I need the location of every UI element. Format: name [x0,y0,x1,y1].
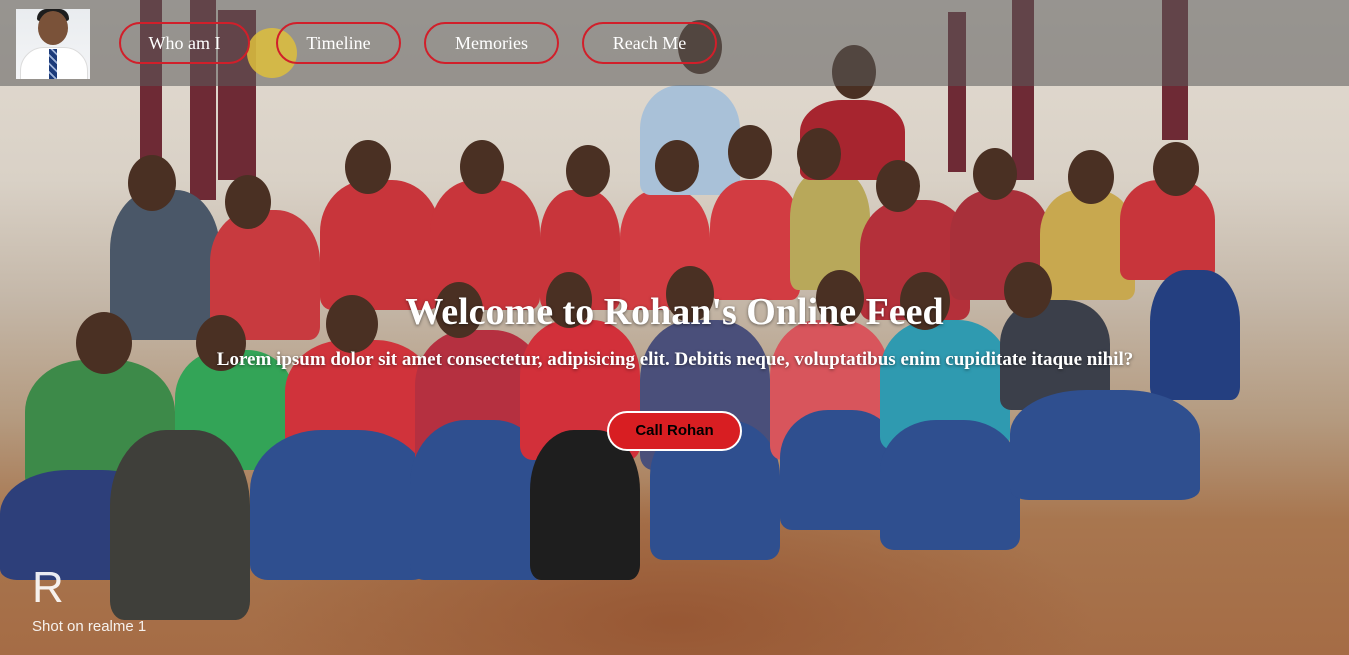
person-head [128,155,176,211]
avatar-tie [49,49,57,79]
person-figure [710,180,800,300]
person-head [797,128,841,180]
camera-watermark: R Shot on realme 1 [32,563,147,636]
person-figure [880,420,1020,550]
nav-timeline[interactable]: Timeline [276,22,401,64]
hero-title: Welcome to Rohan's Online Feed [405,291,944,333]
call-rohan-button[interactable]: Call Rohan [607,411,742,451]
person-figure [530,430,640,580]
person-head [566,145,610,197]
person-head [1153,142,1199,196]
person-head [345,140,391,194]
top-navbar: Who am I Timeline Memories Reach Me [0,0,1349,86]
person-head [655,140,699,192]
person-head [225,175,271,229]
hero-subtitle: Lorem ipsum dolor sit amet consectetur, … [216,349,1134,370]
avatar-face [38,11,68,45]
nav-reach-me[interactable]: Reach Me [582,22,717,64]
person-head [460,140,504,194]
realme-logo-icon: R [32,563,64,612]
person-figure [1010,390,1200,500]
person-figure [250,430,430,580]
watermark-caption: Shot on realme 1 [32,618,147,635]
person-head [728,125,772,179]
hero-section: Who am I Timeline Memories Reach Me Welc… [0,0,1349,655]
nav-who-am-i[interactable]: Who am I [119,22,250,64]
person-head [973,148,1017,200]
nav-memories[interactable]: Memories [424,22,559,64]
profile-avatar[interactable] [16,9,90,79]
person-head [1068,150,1114,204]
person-head [876,160,920,212]
person-figure [1120,180,1215,280]
